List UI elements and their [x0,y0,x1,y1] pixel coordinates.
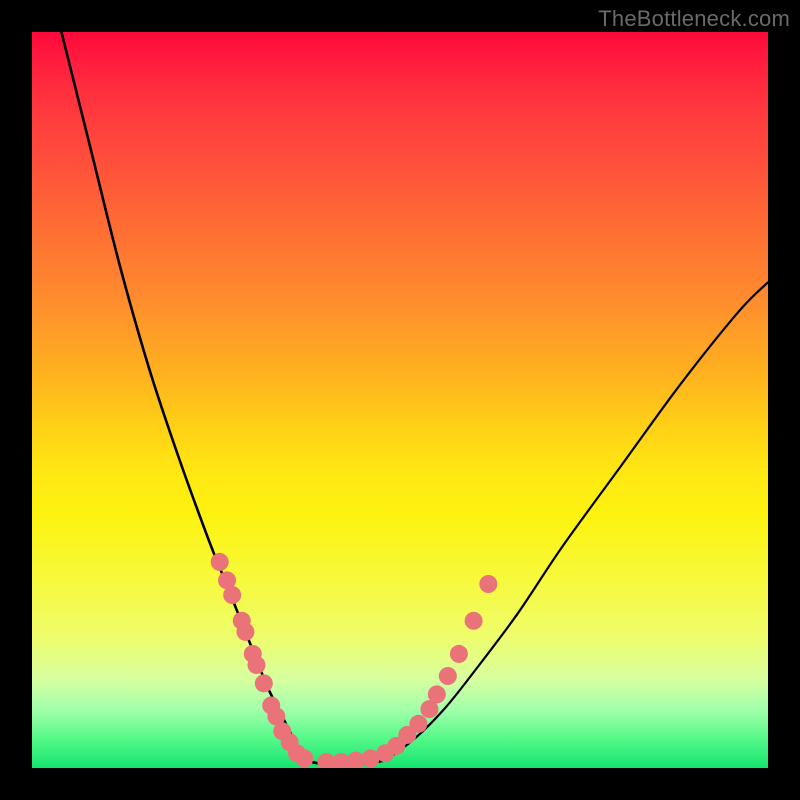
bead-marker [450,645,468,663]
bead-marker [267,707,285,725]
bead-marker [211,553,229,571]
watermark-text: TheBottleneck.com [598,6,790,32]
bead-marker [428,685,446,703]
bead-marker [479,575,497,593]
curve-floor-path [304,761,385,765]
bead-marker [273,722,291,740]
bead-marker [376,744,394,762]
bead-marker [465,612,483,630]
curve-layer [32,32,768,768]
bead-marker [347,752,365,768]
bead-marker [332,753,350,768]
bead-marker [317,753,335,768]
bead-marker [409,715,427,733]
bead-marker [233,612,251,630]
bead-marker [223,586,241,604]
bead-marker [420,700,438,718]
bead-marker [387,737,405,755]
bead-marker [398,726,416,744]
bead-marker [362,749,380,767]
beads-left-group [211,553,314,768]
bead-marker [255,674,273,692]
curve-left-path [61,32,304,761]
bead-marker [218,571,236,589]
chart-frame: TheBottleneck.com [0,0,800,800]
bead-marker [439,667,457,685]
curve-right-path [385,282,768,760]
bead-marker [288,744,306,762]
bead-marker [262,696,280,714]
bead-marker [247,656,265,674]
bead-marker [236,623,254,641]
beads-right-group [317,575,497,768]
plot-area [32,32,768,768]
bead-marker [244,645,262,663]
bead-marker [281,733,299,751]
bead-marker [295,749,313,767]
